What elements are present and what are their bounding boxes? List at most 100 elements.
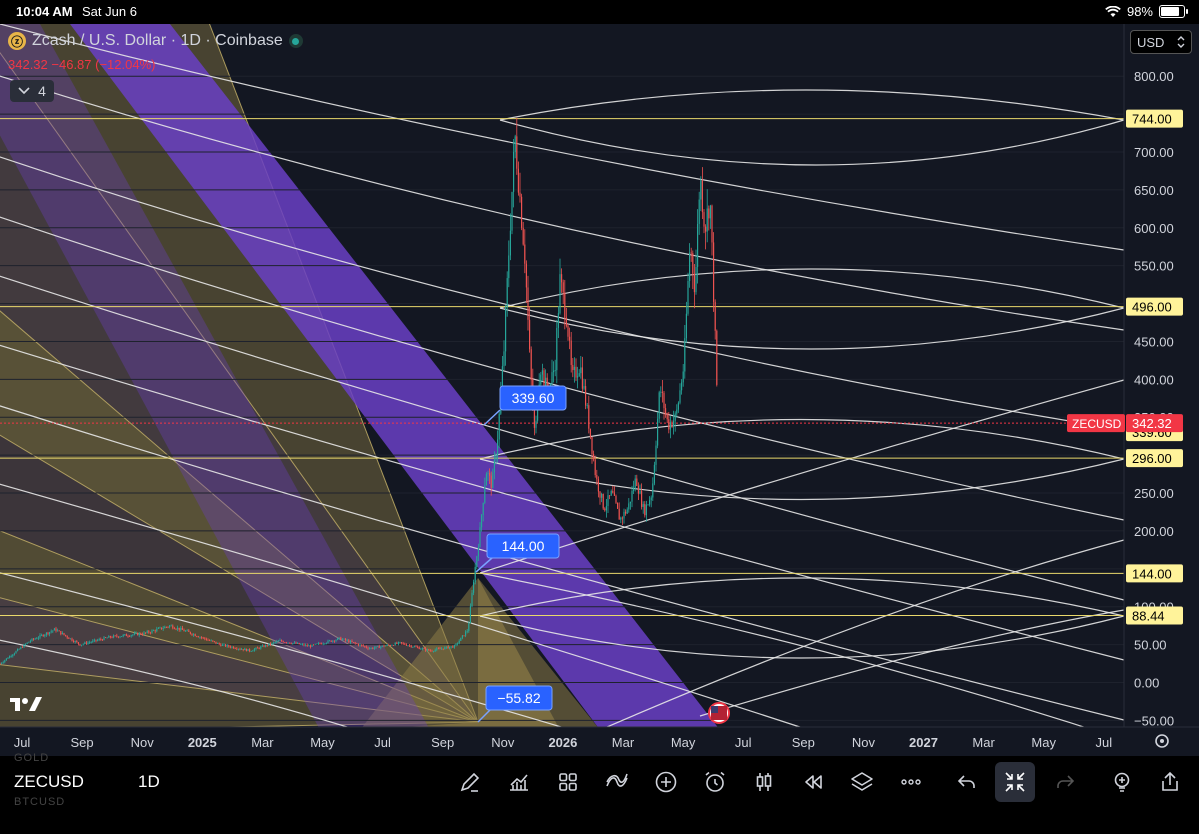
drawing-tool-button[interactable] <box>456 768 484 796</box>
level-price-label: 744.00 <box>1132 112 1172 127</box>
candle-body <box>218 643 220 645</box>
add-button[interactable] <box>652 768 680 796</box>
candle-body <box>50 631 52 633</box>
candle-body <box>482 502 484 516</box>
indicators-collapse-button[interactable]: 4 <box>10 80 54 102</box>
candle-body <box>444 647 446 650</box>
candle-body <box>82 643 84 645</box>
alert-button[interactable] <box>701 768 729 796</box>
candle-body <box>284 642 286 644</box>
candle-body <box>490 475 492 489</box>
candle-body <box>439 648 441 650</box>
candle-body <box>2 662 4 663</box>
last-price-label: 342.32 <box>1132 416 1172 431</box>
candle-body <box>125 634 127 637</box>
currency-select[interactable]: USD <box>1130 30 1192 54</box>
candle-body <box>669 422 671 430</box>
candle-body <box>357 643 359 646</box>
candle-icon <box>756 773 772 791</box>
candle-body <box>285 642 287 644</box>
candle-body <box>49 632 51 635</box>
status-date: Sat Jun 6 <box>82 4 137 19</box>
ghost-symbol-bottom[interactable]: BTCUSD <box>14 796 65 808</box>
candle-body <box>434 649 436 652</box>
candle-body <box>415 646 417 648</box>
candle-body <box>572 364 574 371</box>
candle-body <box>89 642 91 644</box>
candle-body <box>213 641 215 643</box>
candle-body <box>383 645 385 647</box>
layers-button[interactable] <box>848 768 876 796</box>
y-tick-label: 0.00 <box>1134 676 1159 691</box>
candle-body <box>349 640 351 643</box>
callout-label: 339.60 <box>512 390 555 406</box>
candle-body <box>599 491 601 498</box>
candle-body <box>44 634 46 637</box>
candle-body <box>239 648 241 650</box>
candle-body <box>629 501 631 504</box>
candle-body <box>231 646 233 648</box>
candle-body <box>581 367 583 389</box>
candle-body <box>37 637 39 639</box>
candle-body <box>252 650 254 652</box>
candle-body <box>423 648 425 650</box>
candle-body <box>666 413 668 420</box>
chart-type-button[interactable] <box>505 768 533 796</box>
undo-button[interactable] <box>953 768 981 796</box>
candle-body <box>535 420 537 428</box>
candle-body <box>329 640 331 642</box>
price-chart[interactable]: 339.60144.00−55.82 −50.000.0050.00100.00… <box>0 24 1199 756</box>
layers-icon <box>851 772 873 791</box>
candle-body <box>209 640 211 641</box>
share-button[interactable] <box>1156 768 1184 796</box>
indicators-button[interactable] <box>603 768 631 796</box>
replay-button[interactable] <box>799 768 827 796</box>
candle-body <box>159 627 161 629</box>
candle-body <box>106 637 108 639</box>
symbol-button[interactable]: ZECUSD <box>14 772 84 792</box>
candle-body <box>417 646 419 648</box>
interval-button[interactable]: 1D <box>138 772 160 792</box>
candles-button[interactable] <box>750 768 778 796</box>
candle-body <box>15 651 17 654</box>
y-tick-label: 450.00 <box>1134 334 1174 349</box>
candle-body <box>596 475 598 480</box>
candle-body <box>453 645 455 648</box>
candle-body <box>260 646 262 649</box>
candle-body <box>559 274 561 314</box>
candle-body <box>66 635 68 638</box>
x-tick-label: 2025 <box>188 735 217 750</box>
x-tick-label: Sep <box>71 735 94 750</box>
candle-body <box>706 208 708 232</box>
candle-body <box>236 648 238 650</box>
redo-button[interactable] <box>1051 768 1079 796</box>
candle-body <box>293 642 295 644</box>
fullscreen-exit-button[interactable] <box>995 762 1035 802</box>
candle-body <box>53 628 55 631</box>
more-icon <box>901 779 921 785</box>
candle-body <box>391 645 393 646</box>
candle-body <box>183 629 185 632</box>
candle-body <box>25 643 27 645</box>
candle-body <box>58 630 60 632</box>
candle-body <box>420 648 422 650</box>
candle-body <box>308 645 310 647</box>
candle-body <box>277 640 279 642</box>
candle-body <box>517 168 519 193</box>
ghost-symbol-top[interactable]: GOLD <box>14 752 49 764</box>
candle-body <box>495 455 497 460</box>
layout-button[interactable] <box>554 768 582 796</box>
candle-body <box>529 319 531 350</box>
candle-body <box>313 644 315 646</box>
candle-body <box>583 386 585 389</box>
candle-body <box>450 646 452 648</box>
candle-body <box>689 252 691 281</box>
ideas-button[interactable] <box>1108 768 1136 796</box>
x-tick-label: Jul <box>735 735 752 750</box>
candle-body <box>13 653 15 655</box>
candle-body <box>162 628 164 630</box>
candle-body <box>381 645 383 647</box>
candle-body <box>513 152 515 192</box>
wifi-icon <box>1105 5 1121 17</box>
more-button[interactable] <box>897 768 925 796</box>
